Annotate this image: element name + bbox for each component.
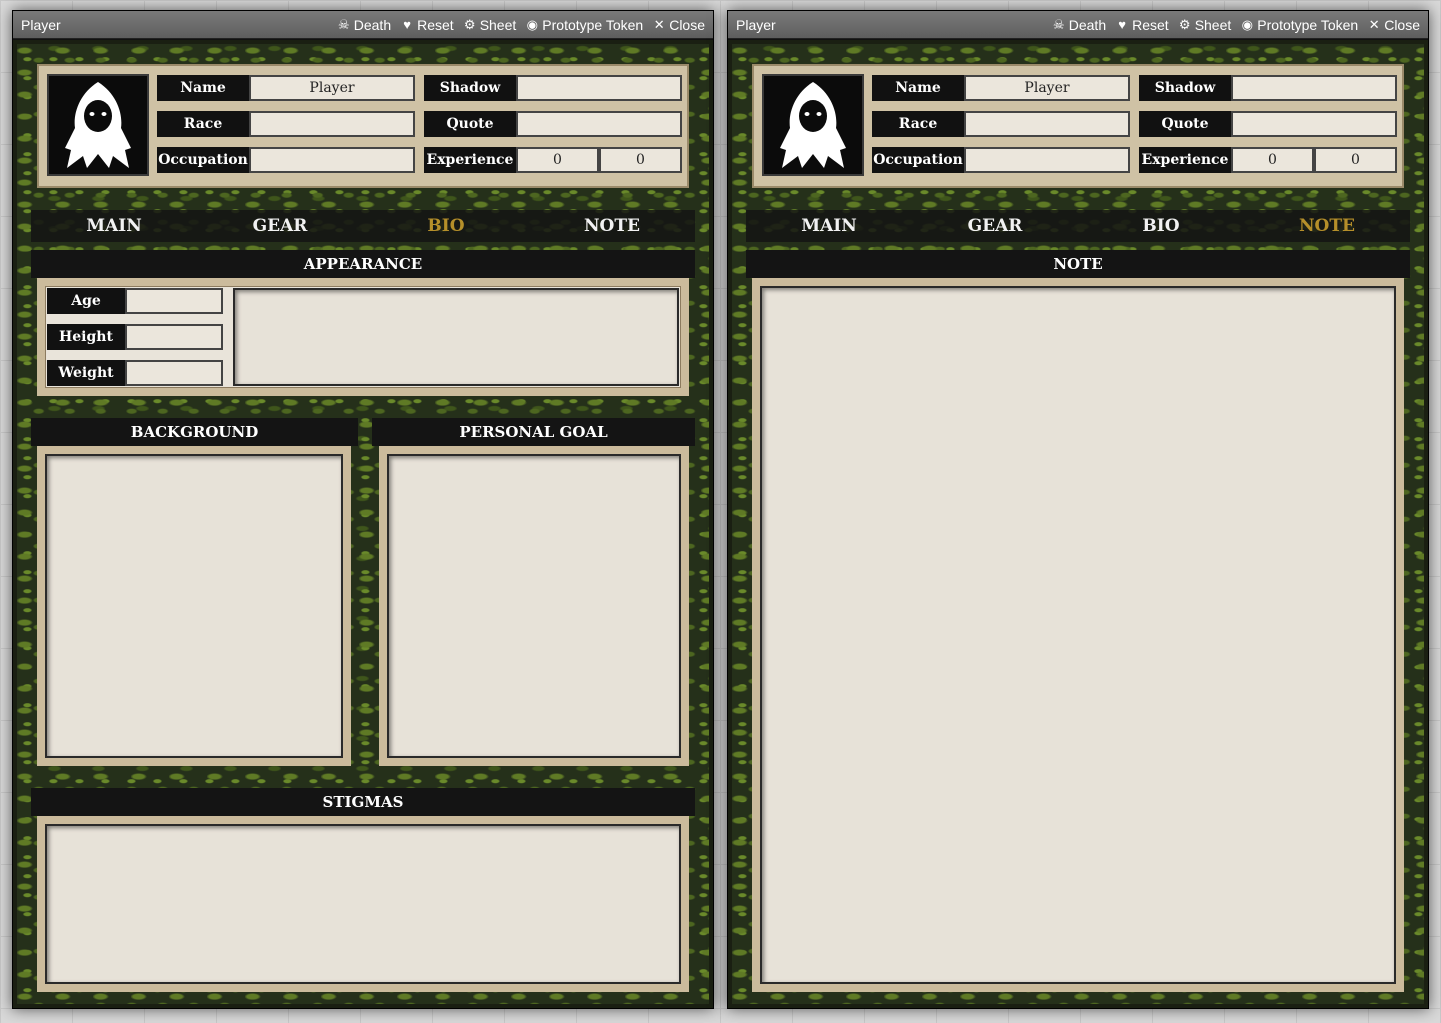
personal-goal-panel (379, 446, 689, 766)
experience-field-2[interactable]: 0 (1314, 147, 1397, 173)
note-panel (752, 278, 1404, 992)
tab-gear[interactable]: GEAR (912, 210, 1078, 242)
tab-bar: MAIN GEAR BIO NOTE (746, 210, 1410, 242)
character-sheet-window-note: Player ☠ Death ♥ Reset ⚙ Sheet ◉ Prototype T… (727, 10, 1429, 1009)
background-panel (37, 446, 351, 766)
age-field[interactable] (125, 288, 223, 314)
quote-field[interactable] (516, 111, 682, 137)
race-field[interactable] (964, 111, 1130, 137)
occupation-row: Occupation (157, 147, 415, 173)
user-circle-icon: ◉ (1241, 16, 1253, 32)
tab-main[interactable]: MAIN (746, 210, 912, 242)
gear-icon: ⚙ (463, 16, 476, 32)
tab-gear[interactable]: GEAR (197, 210, 363, 242)
window-title: Player (21, 16, 61, 33)
tab-main[interactable]: MAIN (31, 210, 197, 242)
weight-field[interactable] (125, 360, 223, 386)
name-row: Name Player (157, 75, 415, 101)
skull-icon: ☠ (1052, 16, 1065, 32)
window-titlebar[interactable]: Player ☠ Death ♥ Reset ⚙ Sheet ◉ Prototype T… (728, 11, 1428, 39)
note-textarea[interactable] (760, 286, 1396, 984)
tab-note[interactable]: NOTE (1244, 210, 1410, 242)
tab-bio[interactable]: BIO (1078, 210, 1244, 242)
close-icon: ✕ (1368, 16, 1380, 32)
close-button[interactable]: ✕ Close (652, 17, 705, 33)
appearance-panel: Age Height Weight (37, 278, 689, 396)
shadow-field[interactable] (1231, 75, 1397, 101)
heart-icon: ♥ (1118, 17, 1126, 32)
experience-field-1[interactable]: 0 (516, 147, 599, 173)
name-row: Name Player (872, 75, 1130, 101)
sheet-button[interactable]: ⚙ Sheet (1178, 16, 1231, 33)
user-circle-icon: ◉ (526, 16, 538, 32)
prototype-token-button[interactable]: ◉ Prototype Token (1240, 16, 1359, 33)
note-title: NOTE (746, 250, 1410, 278)
appearance-title: APPEARANCE (31, 250, 695, 278)
character-sheet-window-bio: Player ☠ Death ♥ Reset ⚙ Sheet ◉ Prototype T… (12, 10, 714, 1009)
gear-icon: ⚙ (1178, 16, 1191, 32)
window-title: Player (736, 16, 776, 33)
stigmas-panel (37, 816, 689, 992)
quote-row: Quote (1139, 111, 1397, 137)
sheet-button[interactable]: ⚙ Sheet (463, 16, 516, 33)
death-button[interactable]: ☠ Death (1052, 17, 1106, 33)
race-row: Race (157, 111, 415, 137)
name-field[interactable]: Player (964, 75, 1130, 101)
avatar[interactable] (762, 74, 864, 176)
name-field[interactable]: Player (249, 75, 415, 101)
stigmas-textarea[interactable] (45, 824, 681, 984)
shadow-field[interactable] (516, 75, 682, 101)
heart-icon: ♥ (403, 17, 411, 32)
tab-bar: MAIN GEAR BIO NOTE (31, 210, 695, 242)
tab-note[interactable]: NOTE (529, 210, 695, 242)
stigmas-title: STIGMAS (31, 788, 695, 816)
shadow-row: Shadow (1139, 75, 1397, 101)
personal-goal-title: PERSONAL GOAL (372, 418, 695, 446)
character-header: Name Player Race Occupation Shadow Quote… (37, 64, 689, 188)
occupation-field[interactable] (249, 147, 415, 173)
close-button[interactable]: ✕ Close (1367, 17, 1420, 33)
sheet-body: Name Player Race Occupation Shadow Quote… (13, 40, 713, 1008)
appearance-textarea[interactable] (233, 288, 679, 386)
background-textarea[interactable] (45, 454, 343, 758)
death-button[interactable]: ☠ Death (337, 17, 391, 33)
sheet-body: Name Player Race Occupation Shadow Quote… (728, 40, 1428, 1008)
hooded-figure-icon (65, 82, 131, 168)
skull-icon: ☠ (337, 16, 350, 32)
experience-field-1[interactable]: 0 (1231, 147, 1314, 173)
height-field[interactable] (125, 324, 223, 350)
race-field[interactable] (249, 111, 415, 137)
reset-button[interactable]: ♥ Reset (1115, 17, 1168, 33)
personal-goal-textarea[interactable] (387, 454, 681, 758)
background-title: BACKGROUND (31, 418, 358, 446)
reset-button[interactable]: ♥ Reset (400, 17, 453, 33)
experience-field-2[interactable]: 0 (599, 147, 682, 173)
quote-row: Quote (424, 111, 682, 137)
hooded-figure-icon (780, 82, 846, 168)
occupation-field[interactable] (964, 147, 1130, 173)
avatar[interactable] (47, 74, 149, 176)
race-row: Race (872, 111, 1130, 137)
character-header: Name Player Race Occupation Shadow Quote… (752, 64, 1404, 188)
experience-row: Experience 0 0 (424, 147, 682, 173)
tab-bio[interactable]: BIO (363, 210, 529, 242)
age-row: Age (47, 288, 223, 314)
shadow-row: Shadow (424, 75, 682, 101)
quote-field[interactable] (1231, 111, 1397, 137)
window-titlebar[interactable]: Player ☠ Death ♥ Reset ⚙ Sheet ◉ Prototype T… (13, 11, 713, 39)
height-row: Height (47, 324, 223, 350)
prototype-token-button[interactable]: ◉ Prototype Token (525, 16, 644, 33)
weight-row: Weight (47, 360, 223, 386)
occupation-row: Occupation (872, 147, 1130, 173)
close-icon: ✕ (653, 16, 665, 32)
experience-row: Experience 0 0 (1139, 147, 1397, 173)
